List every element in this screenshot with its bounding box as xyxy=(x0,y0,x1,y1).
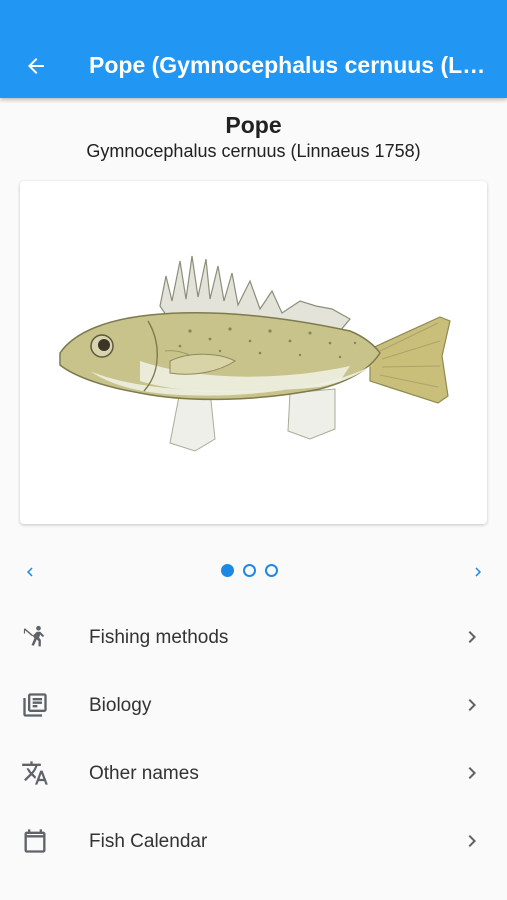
calendar-icon xyxy=(24,829,46,853)
menu-item-fishing-methods[interactable]: Fishing methods xyxy=(0,603,507,671)
chevron-right-icon xyxy=(468,699,476,711)
fishing-person-icon xyxy=(23,625,45,647)
menu-item-fish-calendar[interactable]: Fish Calendar xyxy=(0,807,507,875)
menu-item-label: Biology xyxy=(89,695,152,716)
chevron-right-icon xyxy=(468,631,476,643)
fish-image-card[interactable] xyxy=(20,181,487,524)
translate-icon xyxy=(22,761,48,785)
menu-item-other-names[interactable]: Other names xyxy=(0,739,507,807)
carousel-next-button[interactable] xyxy=(466,560,490,584)
menu-item-more[interactable] xyxy=(0,875,507,900)
menu-item-label: Other names xyxy=(89,763,199,784)
chevron-right-icon xyxy=(460,895,484,900)
app-bar: Pope (Gymnocephalus cernuus (Linnaeus 17… xyxy=(0,0,507,98)
chevron-right-icon xyxy=(468,767,476,779)
chevron-left-icon xyxy=(27,567,33,577)
carousel-dot-3[interactable] xyxy=(265,564,278,577)
chevron-right-icon xyxy=(475,567,481,577)
carousel-dot-2[interactable] xyxy=(243,564,256,577)
species-scientific-name: Gymnocephalus cernuus (Linnaeus 1758) xyxy=(86,141,421,161)
species-common-name: Pope xyxy=(225,112,282,138)
tail-fin xyxy=(369,316,451,404)
menu-item-label: Fish Calendar xyxy=(89,831,208,852)
fish-illustration xyxy=(59,255,451,452)
chevron-right-icon xyxy=(468,835,476,847)
arrow-back-icon xyxy=(28,58,44,74)
carousel-prev-button[interactable] xyxy=(18,560,42,584)
anal-fin xyxy=(287,388,336,440)
back-button[interactable] xyxy=(14,44,58,88)
menu-item-biology[interactable]: Biology xyxy=(0,671,507,739)
menu-item-label: Fishing methods xyxy=(89,627,229,648)
carousel-dot-1[interactable] xyxy=(221,564,234,577)
page-title: Pope (Gymnocephalus cernuus (Linnaeus 17… xyxy=(89,52,489,78)
carousel-indicators xyxy=(221,564,278,577)
library-books-icon xyxy=(23,693,47,717)
